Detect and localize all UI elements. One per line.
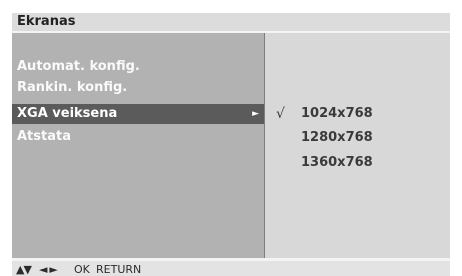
option-list: √ 1024x768 1280x768 1360x768 — [265, 33, 450, 258]
menu-item-auto-config[interactable]: Automat. konfig. — [12, 57, 264, 77]
option-1360x768[interactable]: 1360x768 — [265, 153, 450, 173]
down-arrow-icon: ▼ — [23, 263, 32, 276]
menu-item-label: Atstata — [17, 129, 71, 144]
option-label: 1280x768 — [301, 130, 373, 145]
option-label: 1024x768 — [301, 106, 373, 121]
ok-hint: OK — [74, 263, 90, 276]
menu-title: Ekranas — [17, 14, 76, 29]
option-label: 1360x768 — [301, 155, 373, 170]
submenu-arrow-icon: ► — [252, 109, 259, 119]
title-bar: Ekranas — [12, 13, 450, 31]
checkmark-icon: √ — [276, 106, 285, 122]
menu-item-label: Rankin. konfig. — [17, 80, 128, 95]
menu-item-label: Automat. konfig. — [17, 59, 140, 74]
menu-list: Automat. konfig. Rankin. konfig. XGA vei… — [12, 33, 264, 258]
nav-keys-hint: ▲▼ ◄ ► — [16, 263, 58, 276]
return-hint: RETURN — [96, 263, 142, 276]
menu-item-manual-config[interactable]: Rankin. konfig. — [12, 78, 264, 98]
up-arrow-icon: ▲ — [16, 263, 25, 276]
option-1024x768[interactable]: √ 1024x768 — [265, 104, 450, 124]
right-arrow-icon: ► — [49, 263, 58, 276]
menu-item-label: XGA veiksena — [17, 106, 118, 121]
menu-item-xga-mode[interactable]: XGA veiksena ► — [12, 104, 264, 124]
option-1280x768[interactable]: 1280x768 — [265, 128, 450, 148]
footer-help-bar: ▲▼ ◄ ► OK RETURN — [12, 261, 450, 276]
osd-menu: Ekranas Automat. konfig. Rankin. konfig.… — [12, 13, 450, 276]
menu-item-reset[interactable]: Atstata — [12, 127, 264, 147]
left-arrow-icon: ◄ — [38, 263, 48, 276]
